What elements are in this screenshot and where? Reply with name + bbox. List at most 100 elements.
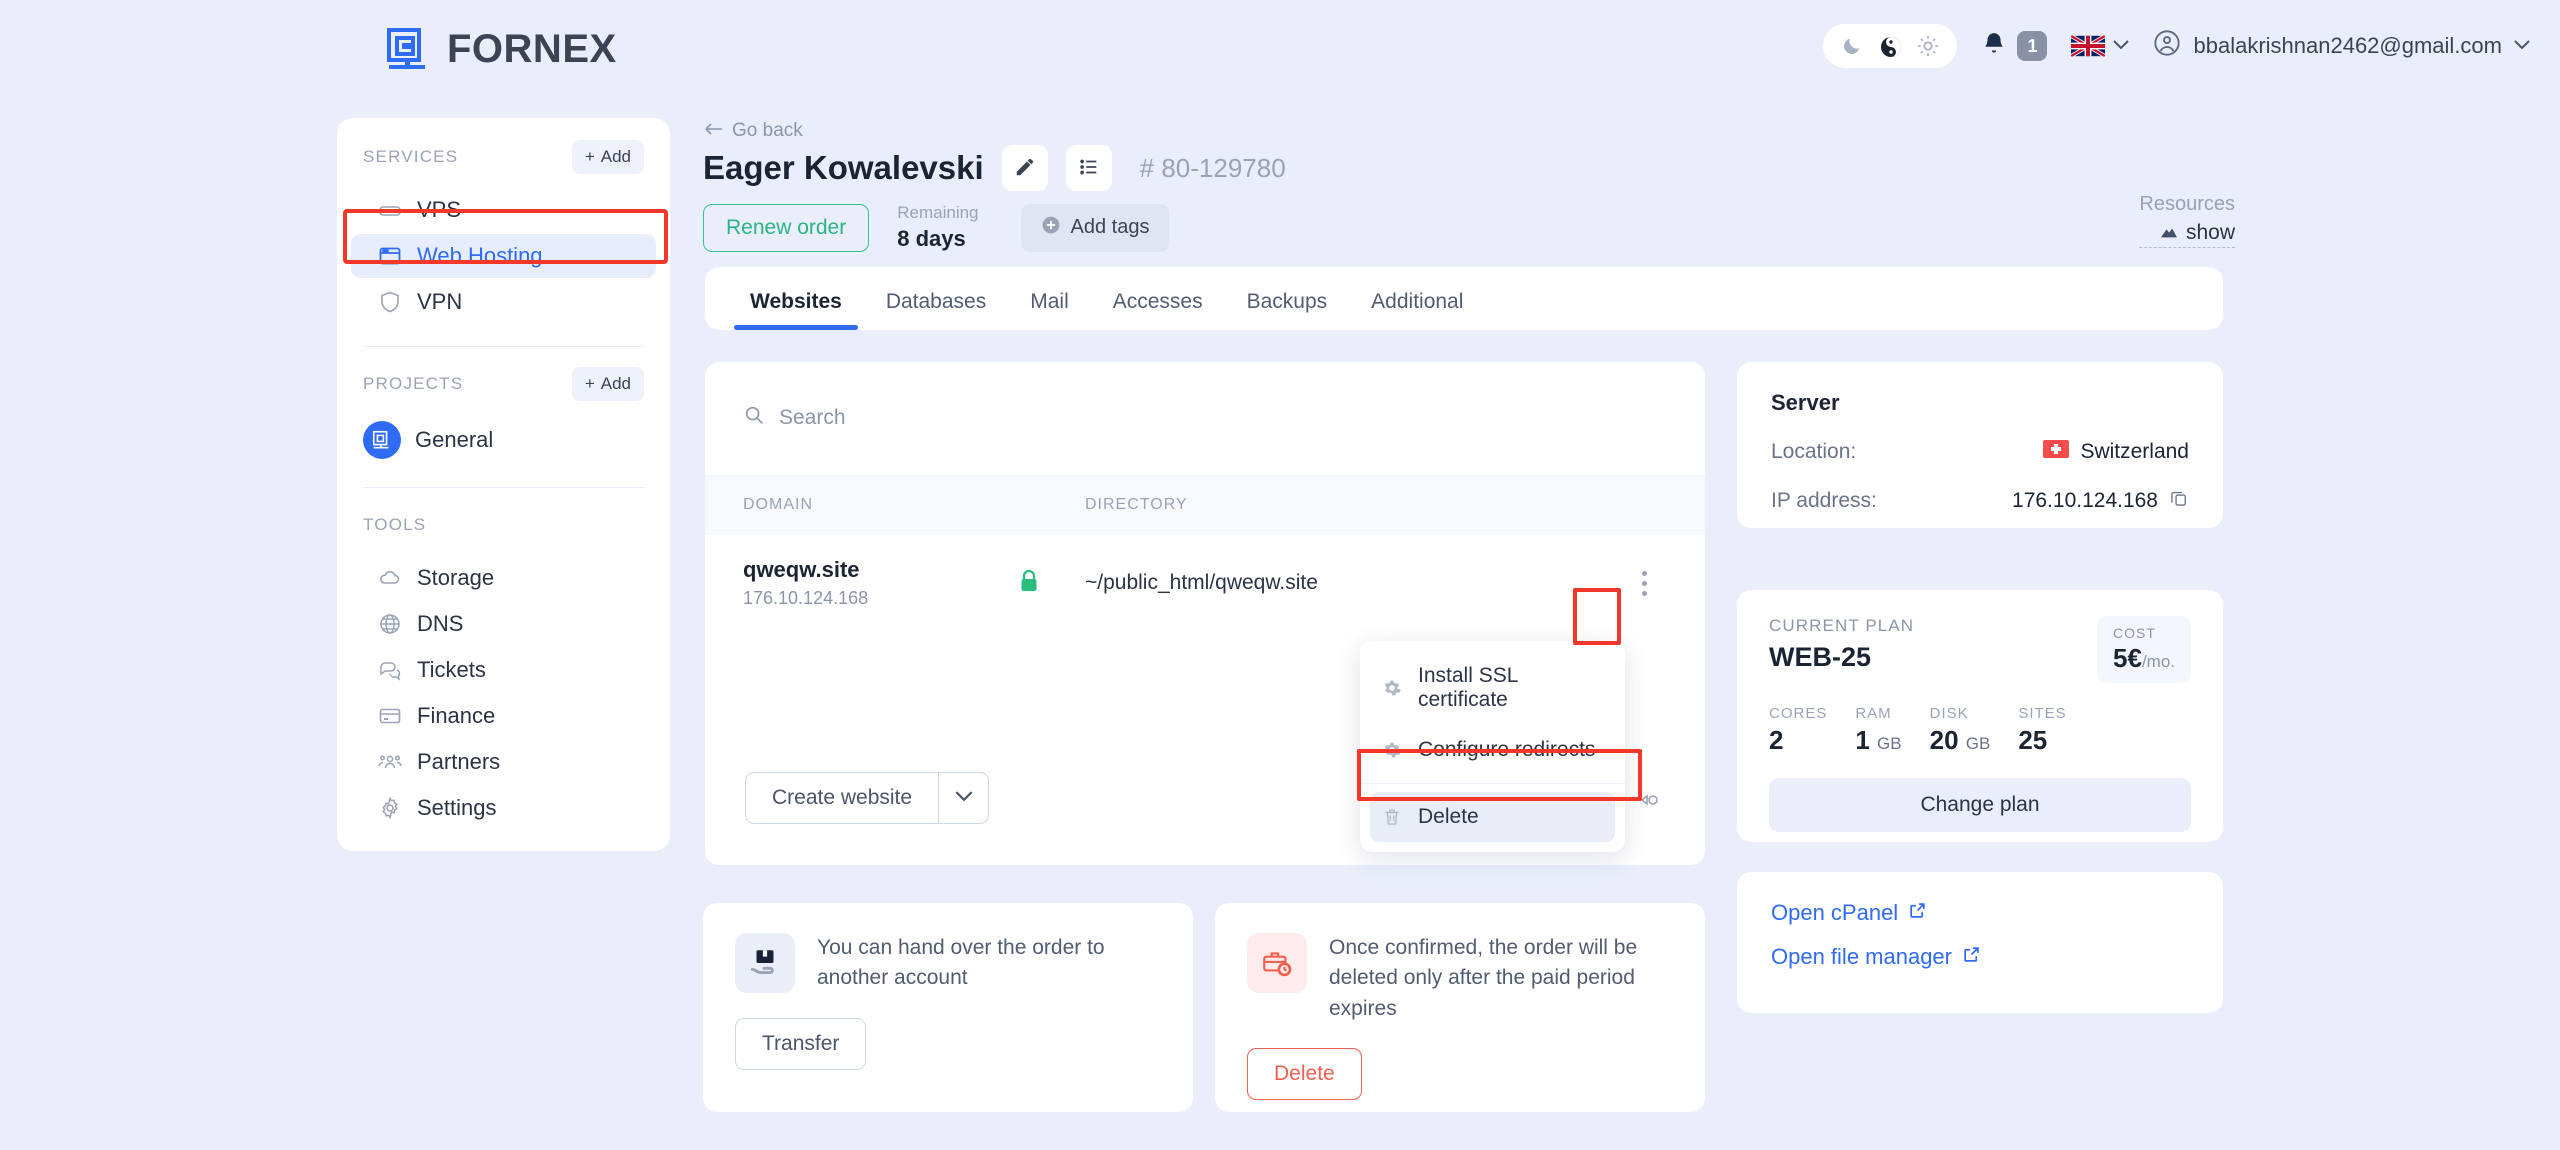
uk-flag-icon [2071,35,2106,57]
spec-value-group: 2 [1769,725,1827,756]
directory-cell: ~/public_html/qweqw.site [1085,571,1318,594]
resources-show-label: show [2185,221,2235,244]
chevron-down-icon[interactable] [2113,37,2130,55]
sidebar-item-vps[interactable]: VPS [351,188,656,232]
moon-icon[interactable] [1841,35,1863,57]
sidebar-item-label: Tickets [417,657,486,682]
tab-backups[interactable]: Backups [1225,290,1350,330]
sidebar-item-settings[interactable]: Settings [351,786,656,830]
sidebar-item-dns[interactable]: DNS [351,602,656,646]
spec-ram: RAM 1 GB [1855,705,1901,756]
sidebar-item-general-project[interactable]: General [337,415,670,465]
open-cpanel-label: Open cPanel [1771,900,1899,925]
create-website-group: Create website [745,772,990,824]
sidebar-item-tickets[interactable]: Tickets [351,648,656,692]
order-number: # 80-129780 [1139,152,1286,183]
chat-bubbles-icon [377,657,403,683]
context-menu-item-configure-redirects[interactable]: Configure redirects [1360,725,1625,775]
chevron-down-icon[interactable] [2514,37,2530,55]
spec-value-group: 20 GB [1930,725,1991,756]
context-menu-item-label: Configure redirects [1418,738,1596,761]
cost-value: 5€ [2113,643,2142,673]
domain-name[interactable]: qweqw.site [743,557,1018,583]
notifications[interactable]: 1 [1981,31,2048,62]
remaining-label: Remaining [897,203,979,222]
sidebar-item-partners[interactable]: Partners [351,740,656,784]
sidebar-item-label: DNS [417,611,464,636]
search-input[interactable] [779,405,1279,430]
hand-package-icon [735,933,795,993]
tab-accesses[interactable]: Accesses [1091,290,1225,330]
app-root: FORNEX 1 bbalakrishnan2462@gmail.com SER… [0,0,2560,1150]
spec-sites: SITES 25 [2018,705,2066,756]
copy-icon[interactable] [2169,488,2189,514]
spec-label: RAM [1855,705,1892,722]
projects-section-header: PROJECTS + Add [337,367,670,401]
go-back-link[interactable]: Go back [705,120,803,142]
project-label: General [415,427,494,452]
sidebar-item-web-hosting[interactable]: Web Hosting [351,234,656,278]
tab-additional[interactable]: Additional [1349,290,1485,330]
yin-yang-icon[interactable] [1879,35,1902,57]
top-bar: FORNEX 1 bbalakrishnan2462@gmail.com [0,0,2560,100]
cost-value-group: 5€/mo. [2113,643,2175,674]
spec-value: 2 [1769,725,1784,755]
domain-cell: qweqw.site 176.10.124.168 [743,557,1018,609]
create-website-dropdown-toggle[interactable] [939,772,990,824]
change-plan-button[interactable]: Change plan [1769,778,2191,832]
spec-cores: CORES 2 [1769,705,1827,756]
go-back-label: Go back [732,120,803,141]
tab-mail[interactable]: Mail [1008,290,1091,330]
add-tags-button[interactable]: Add tags [1020,203,1170,252]
current-plan-card: CURRENT PLAN WEB-25 COST 5€/mo. CORES 2 … [1737,590,2223,842]
transfer-button[interactable]: Transfer [735,1017,867,1070]
external-links-card: Open cPanel Open file manager [1737,872,2223,1013]
search-icon [743,404,765,431]
delete-order-button[interactable]: Delete [1247,1048,1362,1101]
context-menu-item-label: Delete [1418,805,1479,828]
add-service-button[interactable]: + Add [571,140,644,174]
context-menu-item-delete[interactable]: Delete [1370,792,1615,842]
renew-order-button[interactable]: Renew order [703,203,870,252]
open-file-manager-link[interactable]: Open file manager [1771,944,2189,970]
sidebar-item-storage[interactable]: Storage [351,556,656,600]
spec-value: 20 [1929,725,1959,755]
spec-value-group: 1 GB [1855,725,1901,756]
bell-icon[interactable] [1981,31,2007,62]
kebab-menu-icon[interactable] [1621,560,1667,606]
resources-show-toggle[interactable]: show [2139,221,2235,248]
people-icon [377,749,403,775]
pencil-icon [1014,156,1036,181]
credit-card-icon [377,703,403,729]
sidebar-item-vpn[interactable]: VPN [351,280,656,324]
create-website-button[interactable]: Create website [745,772,940,824]
theme-switcher[interactable] [1823,24,1958,68]
edit-order-button[interactable] [1001,145,1048,191]
open-file-manager-label: Open file manager [1771,944,1952,969]
user-circle-icon [2153,29,2181,63]
context-menu-item-install-ssl[interactable]: Install SSL certificate [1360,651,1625,725]
notification-count-badge: 1 [2017,31,2048,61]
language-selector[interactable] [2071,35,2130,57]
open-cpanel-link[interactable]: Open cPanel [1771,900,2189,926]
add-project-button[interactable]: + Add [571,367,644,401]
account-menu[interactable]: bbalakrishnan2462@gmail.com [2153,29,2530,63]
tools-title: TOOLS [363,515,427,534]
projects-title: PROJECTS [363,374,464,393]
transfer-order-card: You can hand over the order to another a… [703,903,1193,1112]
brand-logo[interactable]: FORNEX [385,25,617,73]
tab-websites[interactable]: Websites [734,290,864,330]
sun-icon[interactable] [1917,35,1939,57]
server-card-title: Server [1771,390,1840,415]
sidebar-item-finance[interactable]: Finance [351,694,656,738]
gear-icon [377,795,403,821]
server-card: Server Location: Switzerland IP address:… [1737,362,2223,528]
sidebar-item-label: VPS [417,197,462,222]
tab-databases[interactable]: Databases [864,290,1008,330]
cursor-artifact [1640,793,1660,811]
order-actions-row: Renew order Remaining 8 days Add tags [703,203,1170,252]
order-list-button[interactable] [1065,145,1112,191]
globe-icon [377,611,403,637]
plan-top: CURRENT PLAN WEB-25 COST 5€/mo. [1769,616,2191,683]
external-link-icon [1908,900,1927,926]
